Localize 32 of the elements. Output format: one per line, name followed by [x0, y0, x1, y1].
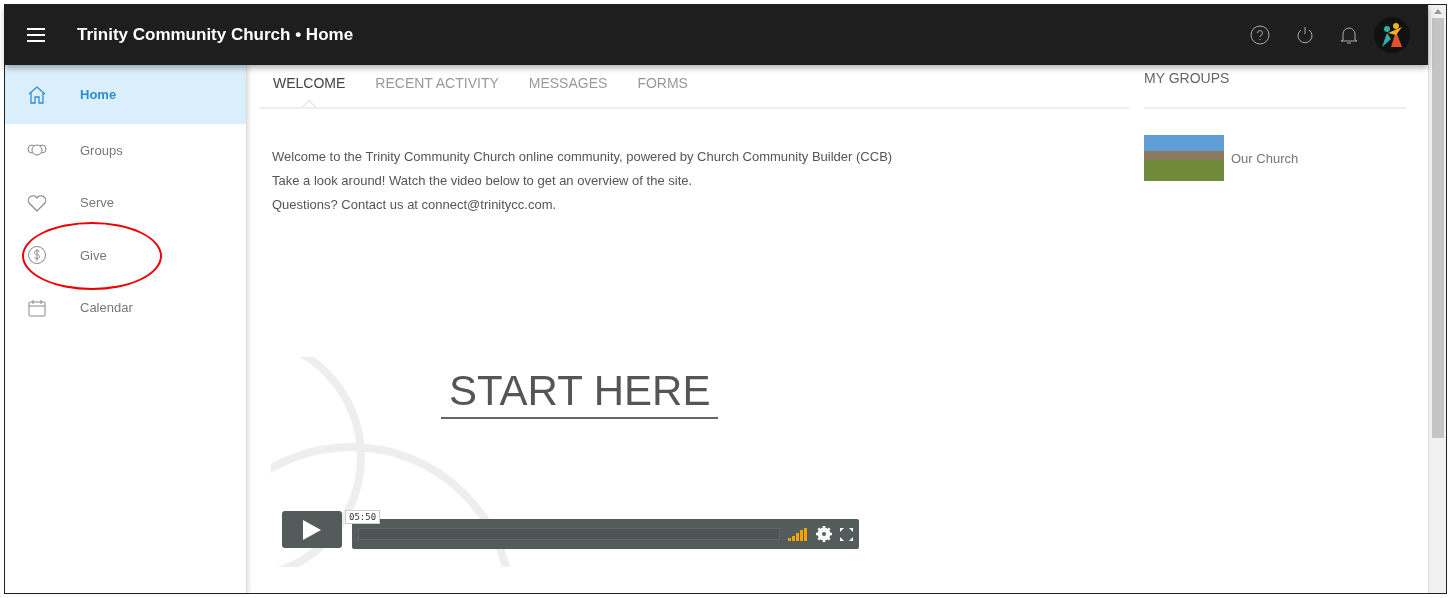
- welcome-text: Welcome to the Trinity Community Church online community, powered by Church Community Builder (CCB): [272, 148, 894, 166]
- sidebar-item[interactable]: Home: [5, 65, 246, 124]
- group-link[interactable]: Our Church: [1231, 150, 1299, 166]
- heart-icon: [27, 192, 47, 213]
- fullscreen-icon[interactable]: [840, 527, 853, 541]
- welcome-text: Take a look around! Watch the video below to get an overview of the site.: [272, 172, 694, 190]
- menu-icon[interactable]: [27, 28, 45, 42]
- logo-avatar[interactable]: [1374, 17, 1410, 53]
- page-title: Trinity Community Church • Home: [77, 25, 355, 45]
- tab[interactable]: MESSAGES: [528, 75, 608, 107]
- sidebar-item[interactable]: Calendar: [5, 281, 246, 334]
- settings-icon[interactable]: [816, 526, 832, 542]
- sidebar-item[interactable]: Give: [5, 229, 246, 282]
- help-icon[interactable]: [1250, 25, 1270, 45]
- play-button[interactable]: [282, 511, 342, 548]
- scrollbar[interactable]: [1428, 5, 1446, 593]
- welcome-text: Questions? Contact us at connect@trinitycc.com.: [272, 196, 558, 214]
- video-duration: 05:50: [345, 510, 381, 524]
- scroll-thumb[interactable]: [1431, 18, 1444, 438]
- volume-icon[interactable]: [788, 527, 808, 541]
- bell-icon[interactable]: [1340, 25, 1358, 45]
- sidebar-item[interactable]: Groups: [5, 124, 246, 177]
- video-title: START HERE: [441, 367, 719, 419]
- home-icon: [27, 84, 47, 105]
- tab[interactable]: RECENT ACTIVITY: [375, 75, 499, 107]
- play-icon: [303, 519, 321, 540]
- tab[interactable]: FORMS: [637, 75, 688, 107]
- dollar-icon: [27, 245, 47, 266]
- sidebar-item[interactable]: Serve: [5, 176, 246, 229]
- power-icon[interactable]: [1296, 26, 1314, 44]
- calendar-icon: [27, 297, 47, 318]
- video-player[interactable]: START HERE 05:50: [271, 357, 861, 567]
